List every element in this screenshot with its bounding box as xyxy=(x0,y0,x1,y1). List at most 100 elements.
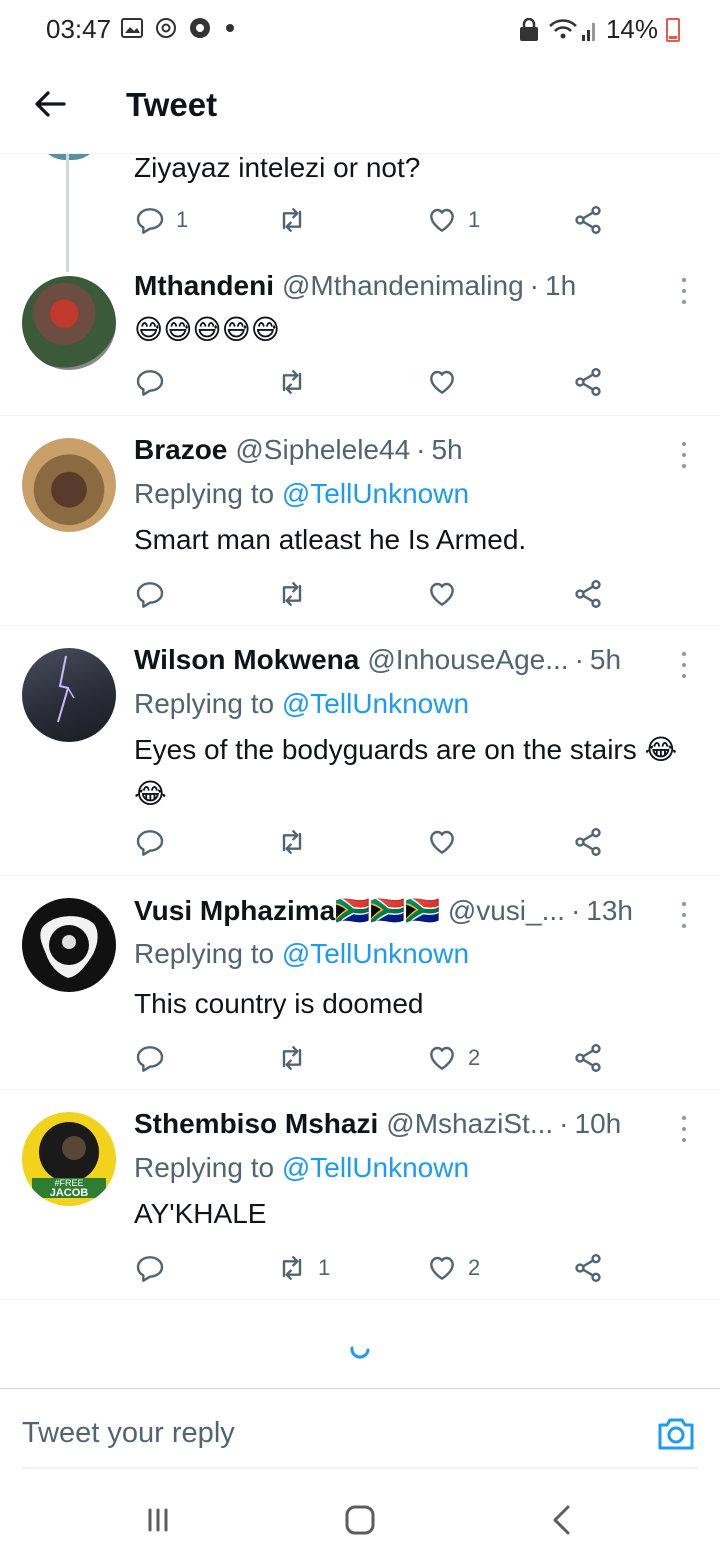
like-button[interactable]: 2 xyxy=(426,1248,480,1288)
avatar[interactable] xyxy=(22,276,116,370)
retweet-count: 1 xyxy=(318,1255,331,1280)
tweet-item[interactable]: Wilson Mokwena @InhouseAge... · 5h Reply… xyxy=(0,626,720,876)
system-back-button[interactable] xyxy=(542,1500,582,1540)
reply-icon xyxy=(136,370,164,396)
reply-icon xyxy=(136,1046,164,1072)
handle[interactable]: @Mthandenimaling xyxy=(282,270,524,302)
share-button[interactable] xyxy=(572,1248,604,1288)
reply-count: 1 xyxy=(176,207,189,232)
retweet-button[interactable] xyxy=(276,362,318,402)
like-icon xyxy=(430,370,454,394)
reply-button[interactable] xyxy=(134,362,176,402)
camera-button[interactable] xyxy=(656,1413,696,1453)
share-icon xyxy=(575,206,601,234)
home-icon xyxy=(345,1505,375,1535)
like-button[interactable] xyxy=(426,362,468,402)
tweet-header: Brazoe @Siphelele44 · 5h xyxy=(134,434,664,466)
display-name[interactable]: Vusi Mphazima🇿🇦🇿🇦🇿🇦 xyxy=(134,894,440,927)
retweet-button[interactable]: 1 xyxy=(276,1248,330,1288)
replying-to: Replying to @TellUnknown xyxy=(134,1152,469,1184)
tweet-text: Smart man atleast he Is Armed. xyxy=(134,524,527,555)
replies-feed[interactable]: Ziyayaz intelezi or not? 1 1 Mthandeni @… xyxy=(0,154,720,1388)
separator: · xyxy=(559,1108,569,1139)
pirates-logo-image xyxy=(40,916,98,978)
page-title: Tweet xyxy=(126,86,218,123)
more-button[interactable] xyxy=(676,648,692,682)
reply-icon xyxy=(136,1256,164,1282)
display-name[interactable]: Mthandeni xyxy=(134,270,274,302)
reply-icon xyxy=(136,582,164,608)
reply-button[interactable] xyxy=(134,574,176,614)
avatar[interactable] xyxy=(36,154,102,160)
mention-link[interactable]: @TellUnknown xyxy=(282,478,469,509)
reply-button[interactable] xyxy=(134,1248,176,1288)
more-button[interactable] xyxy=(676,438,692,472)
home-button[interactable] xyxy=(340,1500,380,1540)
chrome-icon xyxy=(190,18,210,38)
share-icon xyxy=(575,1254,601,1282)
avatar[interactable] xyxy=(22,438,116,532)
mention-link[interactable]: @TellUnknown xyxy=(282,688,469,719)
tweet-item[interactable]: #FREE JACOB Sthembiso Mshazi @MshaziSt...… xyxy=(0,1090,720,1300)
like-button[interactable]: 2 xyxy=(426,1038,480,1078)
separator: · xyxy=(570,895,581,926)
timestamp: 10h xyxy=(574,1108,622,1139)
like-button[interactable] xyxy=(426,822,468,862)
tweet-item[interactable]: Brazoe @Siphelele44 · 5h Replying to @Te… xyxy=(0,416,720,626)
tweet-item[interactable]: Vusi Mphazima🇿🇦🇿🇦🇿🇦 @vusi_... · 13h Repl… xyxy=(0,876,720,1090)
tweet-header: Wilson Mokwena @InhouseAge... · 5h xyxy=(134,644,664,676)
share-button[interactable] xyxy=(572,362,604,402)
share-icon xyxy=(575,1044,601,1072)
retweet-button[interactable] xyxy=(276,1038,318,1078)
back-button[interactable] xyxy=(28,82,72,126)
tweet-actions xyxy=(134,822,614,862)
replying-to-label: Replying to xyxy=(134,1152,282,1183)
reply-button[interactable] xyxy=(134,1038,176,1078)
reply-input[interactable] xyxy=(22,1417,582,1450)
display-name[interactable]: Sthembiso Mshazi xyxy=(134,1108,378,1140)
tweet-text: Eyes of the bodyguards are on the stairs… xyxy=(134,734,678,809)
handle[interactable]: @MshaziSt... xyxy=(386,1108,553,1140)
share-icon xyxy=(575,368,601,396)
share-button[interactable] xyxy=(572,200,604,240)
mention-link[interactable]: @TellUnknown xyxy=(282,938,469,969)
mention-link[interactable]: @TellUnknown xyxy=(282,1152,469,1183)
reply-button[interactable] xyxy=(134,822,176,862)
tweet-text: This country is doomed xyxy=(134,988,424,1019)
display-name[interactable]: Brazoe xyxy=(134,434,227,466)
display-name[interactable]: Wilson Mokwena xyxy=(134,644,359,676)
free-jacob-avatar-image: #FREEJACOB xyxy=(32,1122,106,1199)
like-button[interactable]: 1 xyxy=(426,200,480,240)
avatar[interactable] xyxy=(22,648,116,742)
status-right: 14% xyxy=(518,14,680,45)
retweet-icon xyxy=(282,582,302,606)
app-header: Tweet xyxy=(0,60,720,154)
share-button[interactable] xyxy=(572,1038,604,1078)
tweet-actions xyxy=(134,362,614,402)
tweet-actions: 1 1 xyxy=(134,200,614,240)
share-button[interactable] xyxy=(572,822,604,862)
more-button[interactable] xyxy=(676,274,692,308)
handle[interactable]: @Siphelele44 xyxy=(235,434,410,466)
handle[interactable]: @vusi_... xyxy=(448,895,565,927)
share-icon xyxy=(575,828,601,856)
reply-icon xyxy=(136,830,164,856)
sync-icon xyxy=(156,18,176,38)
more-button[interactable] xyxy=(676,898,692,932)
like-button[interactable] xyxy=(426,574,468,614)
reply-composer xyxy=(0,1388,720,1480)
like-icon xyxy=(430,830,454,854)
retweet-button[interactable] xyxy=(276,200,308,240)
retweet-button[interactable] xyxy=(276,574,318,614)
lock-icon xyxy=(519,17,538,41)
share-button[interactable] xyxy=(572,574,604,614)
handle[interactable]: @InhouseAge... xyxy=(367,644,568,676)
tweet-header: Mthandeni @Mthandenimaling · 1h xyxy=(134,270,664,302)
more-button[interactable] xyxy=(676,1112,692,1146)
avatar[interactable] xyxy=(22,898,116,992)
avatar[interactable]: #FREE JACOB xyxy=(22,1112,116,1206)
recent-apps-button[interactable] xyxy=(138,1500,178,1540)
retweet-button[interactable] xyxy=(276,822,318,862)
reply-button[interactable]: 1 xyxy=(134,200,188,240)
tweet-item[interactable]: Mthandeni @Mthandenimaling · 1h 😅😅😅😅😅 xyxy=(0,260,720,416)
